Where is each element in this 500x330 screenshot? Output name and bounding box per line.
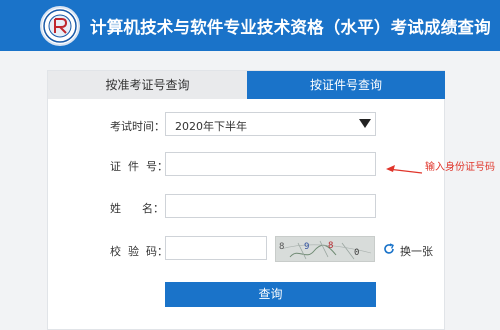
- exam-seal-logo: [40, 6, 80, 46]
- id-number-input[interactable]: [165, 152, 376, 176]
- tab-admission-number[interactable]: 按准考证号查询: [48, 71, 247, 99]
- exam-time-value: 2020年下半年: [175, 120, 247, 133]
- captcha-char: 9: [304, 242, 310, 252]
- query-button[interactable]: 查询: [165, 282, 376, 307]
- captcha-char: 8: [279, 242, 285, 252]
- chevron-down-icon: [359, 119, 371, 128]
- name-input[interactable]: [165, 194, 376, 218]
- id-number-label: 证 件 号：: [110, 160, 168, 173]
- site-header: 计算机技术与软件专业技术资格（水平）考试成绩查询: [0, 0, 500, 51]
- refresh-captcha-link[interactable]: 换一张: [400, 243, 433, 259]
- tab-id-number[interactable]: 按证件号查询: [247, 71, 445, 99]
- id-hint-annotation: 输入身份证号码: [425, 162, 495, 173]
- captcha-char: 8: [328, 241, 334, 251]
- name-label: 姓 名：: [110, 202, 164, 215]
- exam-time-select[interactable]: 2020年下半年: [165, 112, 376, 136]
- captcha-input[interactable]: [165, 236, 267, 260]
- captcha-char: 0: [354, 248, 360, 258]
- captcha-label: 校 验 码：: [110, 245, 168, 258]
- exam-time-label: 考试时间：: [110, 120, 165, 133]
- page-title: 计算机技术与软件专业技术资格（水平）考试成绩查询: [90, 18, 491, 37]
- captcha-image[interactable]: 8 9 8 0: [275, 236, 375, 262]
- arrow-left-icon: [386, 165, 423, 174]
- refresh-icon[interactable]: [383, 243, 395, 255]
